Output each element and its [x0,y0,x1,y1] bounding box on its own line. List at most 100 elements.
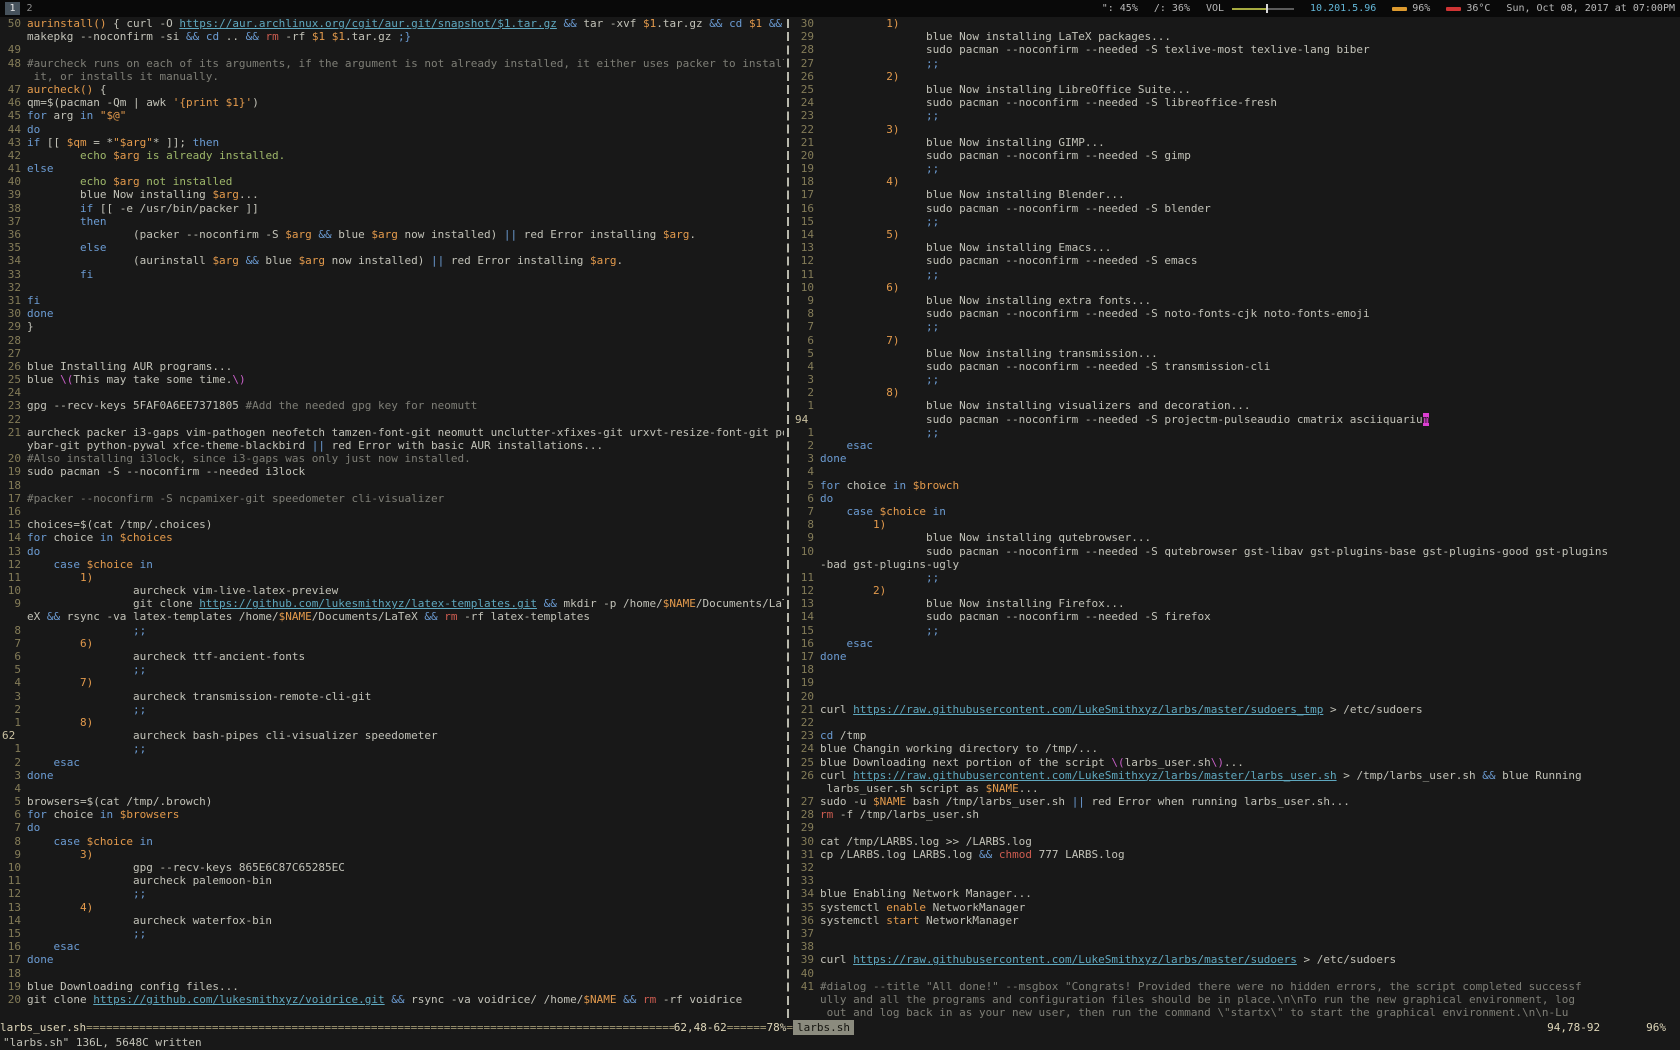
statusline-ruler: 62,48-62 [674,1020,727,1035]
code-line: 32 [793,861,1680,874]
code-text: blue Now installing Emacs... [820,241,1680,254]
line-number: 94 [793,413,820,426]
line-number: 27 [0,347,27,360]
code-line: 34 (aurinstall $arg && blue $arg now ins… [0,254,784,267]
code-line: 42 echo $arg is already installed. [0,149,784,162]
workspace-tag-1[interactable]: 1 [5,2,20,15]
volume-slider[interactable] [1232,4,1294,13]
code-text [27,413,784,426]
code-text: choices=$(cat /tmp/.choices) [27,518,784,531]
line-number [0,30,27,43]
code-text [820,821,1680,834]
line-number: 27 [793,57,820,70]
code-line: 45for arg in "$@" [0,109,784,122]
line-number: 10 [793,281,820,294]
code-text: aurcheck waterfox-bin [27,914,784,927]
code-text: for choice in $choices [27,531,784,544]
line-number: 4 [0,676,27,689]
battery-indicator: 96% [1392,3,1430,14]
line-number: 33 [0,268,27,281]
line-number: 49 [0,43,27,56]
line-number: 22 [0,413,27,426]
code-text: do [27,123,784,136]
code-line: 20 [793,690,1680,703]
code-line: 32 [0,281,784,294]
statusline-inactive[interactable]: larbs_user.sh ==========================… [0,1020,793,1035]
vim-pane-left[interactable]: 50aurinstall() { curl -O https://aur.arc… [0,17,784,1020]
workspace-tag-2[interactable]: 2 [22,2,37,15]
code-line: 11 aurcheck palemoon-bin [0,874,784,887]
code-text: (aurinstall $arg && blue $arg now instal… [27,254,784,267]
code-text: curl https://raw.githubusercontent.com/L… [820,953,1680,966]
code-line: ully and all the programs and configurat… [793,993,1680,1006]
line-number: 2 [793,386,820,399]
code-line: 36 (packer --noconfirm -S $arg && blue $… [0,228,784,241]
code-line: 1 8) [0,716,784,729]
line-number: 28 [0,334,27,347]
clock: Sun, Oct 08, 2017 at 07:00PM [1506,3,1675,14]
vim-pane-right[interactable]: 30 1)29 blue Now installing LaTeX packag… [793,17,1680,1020]
line-number: 4 [793,465,820,478]
code-text: systemctl enable NetworkManager [820,901,1680,914]
code-line: 9 blue Now installing qutebrowser... [793,531,1680,544]
code-line: 3done [793,452,1680,465]
code-line: 2 8) [793,386,1680,399]
statusline-spacer [854,1020,1547,1035]
line-number: 17 [0,492,27,505]
temperature-meter-icon [1446,7,1461,11]
line-number: 9 [793,294,820,307]
line-number: 24 [793,96,820,109]
code-text: 7) [27,676,784,689]
code-text: blue Installing AUR programs... [27,360,784,373]
line-number: 17 [793,650,820,663]
window-separator[interactable] [784,17,793,1020]
statusline-percent: 78% [767,1020,787,1035]
statusline-active[interactable]: larbs.sh 94,78-92 96% [793,1020,1680,1035]
line-number: 3 [0,690,27,703]
code-line: 37 then [0,215,784,228]
code-line: 5browsers=$(cat /tmp/.browch) [0,795,784,808]
code-text: -bad gst-plugins-ugly [820,558,1680,571]
code-text: blue Now installing $arg... [27,188,784,201]
code-line: 35systemctl enable NetworkManager [793,901,1680,914]
code-line: 18 4) [793,175,1680,188]
line-number: 12 [793,584,820,597]
code-text: ;; [820,162,1680,175]
code-line: 94 sudo pacman --noconfirm --needed -S p… [793,413,1680,426]
line-number: 35 [793,901,820,914]
code-line: 6 7) [793,334,1680,347]
code-text [27,334,784,347]
battery-meter-icon [1392,7,1407,11]
line-number: 40 [793,967,820,980]
line-number: 21 [793,136,820,149]
code-text [820,716,1680,729]
code-line: 13 blue Now installing Emacs... [793,241,1680,254]
volume-label: VOL [1206,3,1294,14]
code-line: 39 blue Now installing $arg... [0,188,784,201]
line-number: 8 [0,835,27,848]
code-text: esac [820,439,1680,452]
line-number: 18 [793,663,820,676]
code-text: aurcheck bash-pipes cli-visualizer speed… [27,729,784,742]
code-text: curl https://raw.githubusercontent.com/L… [820,769,1680,782]
code-line: 15 ;; [0,927,784,940]
code-line: 50aurinstall() { curl -O https://aur.arc… [0,17,784,30]
line-number: 14 [793,610,820,623]
code-line: 14 sudo pacman --noconfirm --needed -S f… [793,610,1680,623]
code-text: aurcheck ttf-ancient-fonts [27,650,784,663]
line-number: 19 [0,465,27,478]
code-text: 6) [820,281,1680,294]
code-text [820,927,1680,940]
line-number: 19 [793,676,820,689]
code-text: if [[ -e /usr/bin/packer ]] [27,202,784,215]
code-text: #dialog --title "All done!" --msgbox "Co… [820,980,1680,993]
line-number: 11 [793,268,820,281]
code-text [820,874,1680,887]
line-number: 3 [793,373,820,386]
line-number: 12 [0,558,27,571]
code-line: 14 aurcheck waterfox-bin [0,914,784,927]
line-number [793,782,820,795]
code-text: 1) [27,571,784,584]
code-line: 15choices=$(cat /tmp/.choices) [0,518,784,531]
code-text: for choice in $browsers [27,808,784,821]
